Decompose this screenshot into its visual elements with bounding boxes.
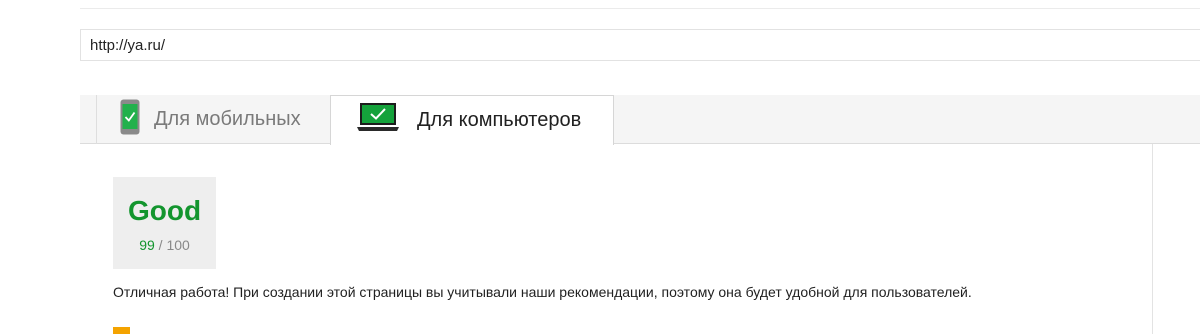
- tab-desktop-label: Для компьютеров: [417, 109, 582, 131]
- score-value: 99: [139, 237, 155, 253]
- device-tab-bar: Для мобильных Для компьютеров: [80, 95, 1200, 145]
- laptop-check-icon: [355, 102, 401, 139]
- url-input[interactable]: [81, 30, 1200, 60]
- top-divider: [80, 8, 1200, 9]
- phone-check-icon: [120, 99, 140, 140]
- tab-mobile[interactable]: Для мобильных: [97, 95, 330, 144]
- url-field[interactable]: [80, 29, 1200, 61]
- score-rating: Good: [127, 195, 202, 226]
- score-line: 99 / 100: [113, 237, 216, 253]
- score-separator: /: [158, 237, 163, 253]
- score-badge: Good 99 / 100: [113, 177, 216, 269]
- warning-marker-icon: [113, 327, 130, 334]
- tab-mobile-label: Для мобильных: [154, 108, 301, 130]
- result-summary: Отличная работа! При создании этой стран…: [113, 284, 972, 300]
- tab-desktop[interactable]: Для компьютеров: [330, 95, 614, 145]
- content-border: [1152, 144, 1153, 334]
- score-max: 100: [166, 237, 190, 253]
